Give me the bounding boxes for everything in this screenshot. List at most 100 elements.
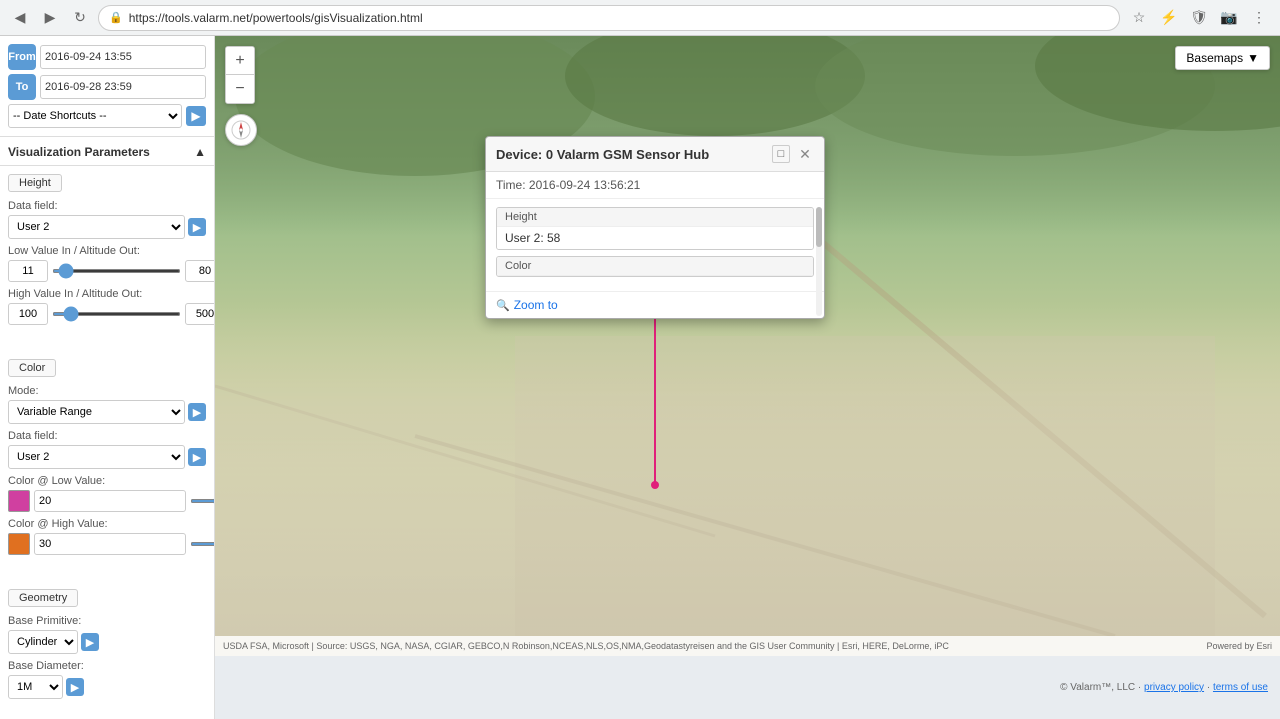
color-low-label: Color @ Low Value: — [8, 475, 206, 487]
popup-height-label: Height — [497, 208, 813, 227]
color-high-swatch[interactable] — [8, 533, 30, 555]
high-out-input[interactable] — [185, 303, 215, 325]
low-in-input[interactable] — [8, 260, 48, 282]
base-primitive-label: Base Primitive: — [8, 615, 206, 627]
to-date-row: To — [8, 74, 206, 100]
height-data-field-arrow-button[interactable]: ▶ — [188, 218, 206, 236]
nav-refresh-button[interactable]: ↻ — [68, 6, 92, 30]
popup-close-button[interactable]: ✕ — [796, 145, 814, 163]
terms-link[interactable]: terms of use — [1213, 682, 1268, 693]
map-area[interactable]: + − Basemaps ▼ Device: 0 Valarm GSM Sens — [215, 36, 1280, 719]
color-data-field-row: User 2 ▶ — [8, 445, 206, 469]
mode-select[interactable]: Variable Range — [8, 400, 185, 424]
popup-zoom-to-section: 🔍 Zoom to — [486, 291, 824, 318]
more-icon[interactable]: ⋮ — [1246, 5, 1272, 31]
base-primitive-arrow-button[interactable]: ▶ — [81, 633, 99, 651]
color-data-field-arrow-button[interactable]: ▶ — [188, 448, 206, 466]
to-label: To — [8, 74, 36, 100]
mode-arrow-button[interactable]: ▶ — [188, 403, 206, 421]
height-tab[interactable]: Height — [8, 174, 62, 192]
base-diameter-label: Base Diameter: — [8, 660, 206, 672]
extension2-icon[interactable]: 🛡 — [1186, 5, 1212, 31]
sidebar: From To -- Date Shortcuts -- ▶ Visualiza… — [0, 36, 215, 719]
height-section: Height Data field: User 2 ▶ Low Value In… — [0, 166, 214, 339]
high-in-input[interactable] — [8, 303, 48, 325]
app-container: From To -- Date Shortcuts -- ▶ Visualiza… — [0, 36, 1280, 719]
color-low-slider[interactable] — [190, 499, 215, 503]
high-value-inputs — [8, 303, 206, 325]
from-date-input[interactable] — [40, 45, 206, 69]
map-attribution: USDA FSA, Microsoft | Source: USGS, NGA,… — [215, 636, 1280, 656]
zoom-in-button[interactable]: + — [226, 47, 254, 75]
date-shortcuts-row: -- Date Shortcuts -- ▶ — [8, 104, 206, 128]
date-shortcuts-select[interactable]: -- Date Shortcuts -- — [8, 104, 182, 128]
date-range-section: From To -- Date Shortcuts -- ▶ — [0, 36, 214, 137]
zoom-controls: + − — [225, 46, 255, 104]
height-data-field-row: User 2 ▶ — [8, 215, 206, 239]
extension-icon[interactable]: ⚡ — [1156, 5, 1182, 31]
nav-forward-button[interactable]: ▶ — [38, 6, 62, 30]
popup-color-label: Color — [497, 257, 813, 276]
mode-field-row: Variable Range ▶ — [8, 400, 206, 424]
color-high-input[interactable] — [34, 533, 186, 555]
color-data-field-select[interactable]: User 2 — [8, 445, 185, 469]
compass-icon — [231, 120, 251, 140]
geometry-tab[interactable]: Geometry — [8, 589, 78, 607]
color-high-label: Color @ High Value: — [8, 518, 206, 530]
low-slider[interactable] — [52, 269, 181, 273]
color-low-swatch[interactable] — [8, 490, 30, 512]
extension3-icon[interactable]: 📷 — [1216, 5, 1242, 31]
address-bar[interactable]: 🔒 https://tools.valarm.net/powertools/gi… — [98, 5, 1120, 31]
map-background: + − Basemaps ▼ Device: 0 Valarm GSM Sens — [215, 36, 1280, 656]
to-date-input[interactable] — [40, 75, 206, 99]
base-diameter-row: 1M ▶ — [8, 675, 206, 699]
popup-body: Height User 2: 58 Color — [486, 199, 824, 291]
attribution-left: USDA FSA, Microsoft | Source: USGS, NGA,… — [223, 641, 949, 651]
color-low-row — [8, 490, 206, 512]
lock-icon: 🔒 — [109, 11, 123, 24]
bookmark-icon[interactable]: ☆ — [1126, 5, 1152, 31]
nav-back-button[interactable]: ◀ — [8, 6, 32, 30]
popup-zoom-to-label: Zoom to — [514, 298, 558, 312]
color-tab[interactable]: Color — [8, 359, 56, 377]
basemaps-button[interactable]: Basemaps ▼ — [1175, 46, 1270, 70]
base-diameter-select[interactable]: 1M — [8, 675, 63, 699]
compass[interactable] — [225, 114, 257, 146]
color-data-field-label: Data field: — [8, 430, 206, 442]
popup-time: Time: 2016-09-24 13:56:21 — [486, 172, 824, 199]
popup-title: Device: 0 Valarm GSM Sensor Hub — [496, 147, 709, 162]
zoom-out-button[interactable]: − — [226, 75, 254, 103]
popup-scrollbar-thumb[interactable] — [816, 207, 822, 247]
height-data-field-select[interactable]: User 2 — [8, 215, 185, 239]
zoom-to-icon: 🔍 — [496, 299, 510, 312]
geometry-section: Geometry Base Primitive: Cylinder ▶ Base… — [0, 581, 214, 713]
low-value-inputs — [8, 260, 206, 282]
base-primitive-select[interactable]: Cylinder — [8, 630, 78, 654]
popup-scrollbar-track — [816, 207, 822, 316]
url-text: https://tools.valarm.net/powertools/gisV… — [129, 11, 423, 25]
privacy-link[interactable]: privacy policy — [1144, 682, 1204, 693]
viz-params-header[interactable]: Visualization Parameters ▲ — [0, 137, 214, 166]
color-section: Color Mode: Variable Range ▶ Data field:… — [0, 351, 214, 569]
basemaps-label: Basemaps — [1186, 51, 1243, 65]
mode-label: Mode: — [8, 385, 206, 397]
from-label: From — [8, 44, 36, 70]
popup-color-section: Color — [496, 256, 814, 277]
height-data-field-label: Data field: — [8, 200, 206, 212]
popup-controls: □ ✕ — [772, 145, 814, 163]
footer-text: © Valarm™, LLC · privacy policy · terms … — [1060, 682, 1268, 693]
low-out-input[interactable] — [185, 260, 215, 282]
from-date-row: From — [8, 44, 206, 70]
popup: Device: 0 Valarm GSM Sensor Hub □ ✕ Time… — [485, 136, 825, 319]
map-pin-dot — [651, 481, 659, 489]
high-slider[interactable] — [52, 312, 181, 316]
color-high-slider[interactable] — [190, 542, 215, 546]
date-shortcuts-arrow-button[interactable]: ▶ — [186, 106, 206, 126]
color-high-row — [8, 533, 206, 555]
high-value-label: High Value In / Altitude Out: — [8, 288, 206, 300]
base-diameter-arrow-button[interactable]: ▶ — [66, 678, 84, 696]
browser-right-icons: ☆ ⚡ 🛡 📷 ⋮ — [1126, 5, 1272, 31]
popup-restore-button[interactable]: □ — [772, 145, 790, 163]
color-low-input[interactable] — [34, 490, 186, 512]
popup-zoom-to-button[interactable]: 🔍 Zoom to — [496, 298, 558, 312]
